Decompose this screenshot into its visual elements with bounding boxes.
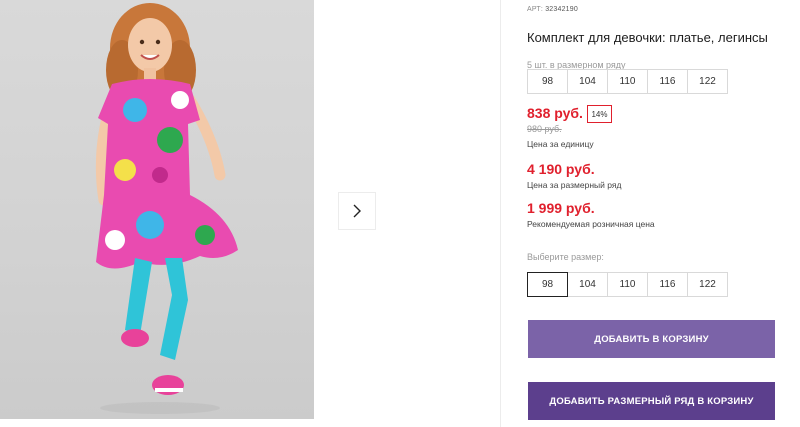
row-price-caption: Цена за размерный ряд bbox=[527, 180, 622, 190]
size-option-104[interactable]: 104 bbox=[567, 272, 608, 297]
size-option-116[interactable]: 116 bbox=[647, 272, 688, 297]
old-price: 980 руб. bbox=[527, 124, 562, 134]
product-title: Комплект для девочки: платье, легинсы bbox=[527, 30, 768, 45]
choose-size-label: Выберите размер: bbox=[527, 252, 604, 262]
article-value: 32342190 bbox=[545, 6, 578, 13]
size-option-122[interactable]: 122 bbox=[687, 272, 728, 297]
unit-price-caption: Цена за единицу bbox=[527, 139, 594, 149]
row-sizes-table: 98 104 110 116 122 bbox=[527, 69, 728, 94]
row-price: 4 190 руб. bbox=[527, 161, 595, 177]
product-photo[interactable] bbox=[0, 0, 314, 419]
girl-illustration bbox=[95, 3, 238, 414]
discount-badge: 14% bbox=[587, 105, 612, 123]
add-row-to-cart-button[interactable]: Добавить размерный ряд в корзину bbox=[528, 382, 775, 420]
next-image-button[interactable] bbox=[338, 192, 376, 230]
recommended-price: 1 999 руб. bbox=[527, 200, 595, 216]
recommended-price-caption: Рекомендуемая розничная цена bbox=[527, 219, 655, 229]
size-selector: 98 104 110 116 122 bbox=[527, 272, 728, 297]
article-number: АРТ: 32342190 bbox=[527, 6, 578, 13]
unit-price: 838 руб. bbox=[527, 105, 583, 121]
size-option-98[interactable]: 98 bbox=[527, 272, 568, 297]
article-label: АРТ: bbox=[527, 6, 544, 13]
row-size-cell: 122 bbox=[687, 69, 728, 94]
size-option-110[interactable]: 110 bbox=[607, 272, 648, 297]
row-size-cell: 98 bbox=[527, 69, 568, 94]
add-to-cart-button[interactable]: Добавить в корзину bbox=[528, 320, 775, 358]
divider bbox=[500, 0, 501, 427]
row-size-cell: 110 bbox=[607, 69, 648, 94]
row-size-cell: 104 bbox=[567, 69, 608, 94]
chevron-right-icon bbox=[353, 204, 361, 218]
row-size-cell: 116 bbox=[647, 69, 688, 94]
